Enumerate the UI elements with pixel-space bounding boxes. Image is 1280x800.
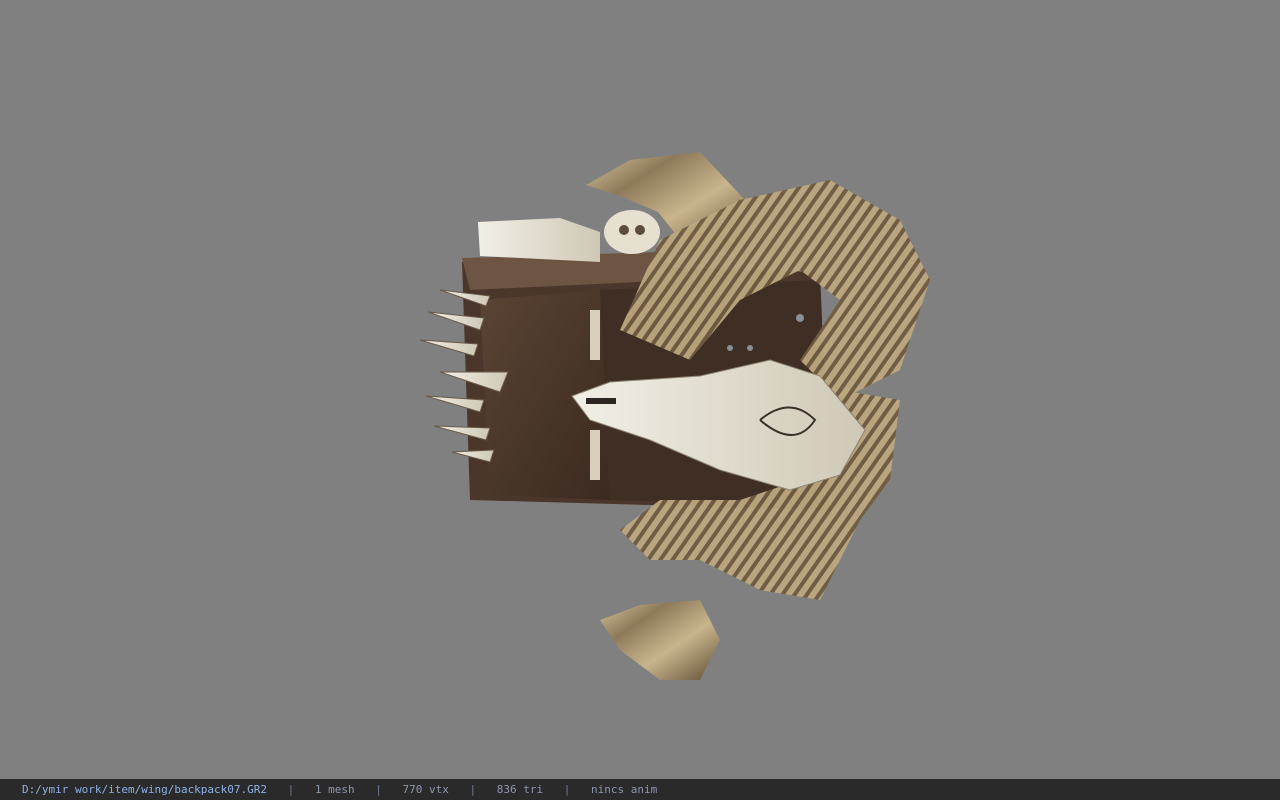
separator: | <box>375 783 382 796</box>
separator: | <box>563 783 571 796</box>
model-viewport[interactable] <box>0 0 1280 779</box>
vertex-count: 770 vtx <box>402 783 449 796</box>
animation-status: nincs anim <box>591 783 658 796</box>
file-path: D:/ymir work/item/wing/backpack07.GR2 <box>22 783 268 796</box>
status-bar: D:/ymir work/item/wing/backpack07.GR2 | … <box>0 779 1280 800</box>
mesh-count: 1 mesh <box>314 783 355 796</box>
separator: | <box>287 783 295 796</box>
backpack-model-render <box>419 152 930 680</box>
triangle-count: 836 tri <box>496 783 544 796</box>
separator: | <box>469 783 477 796</box>
